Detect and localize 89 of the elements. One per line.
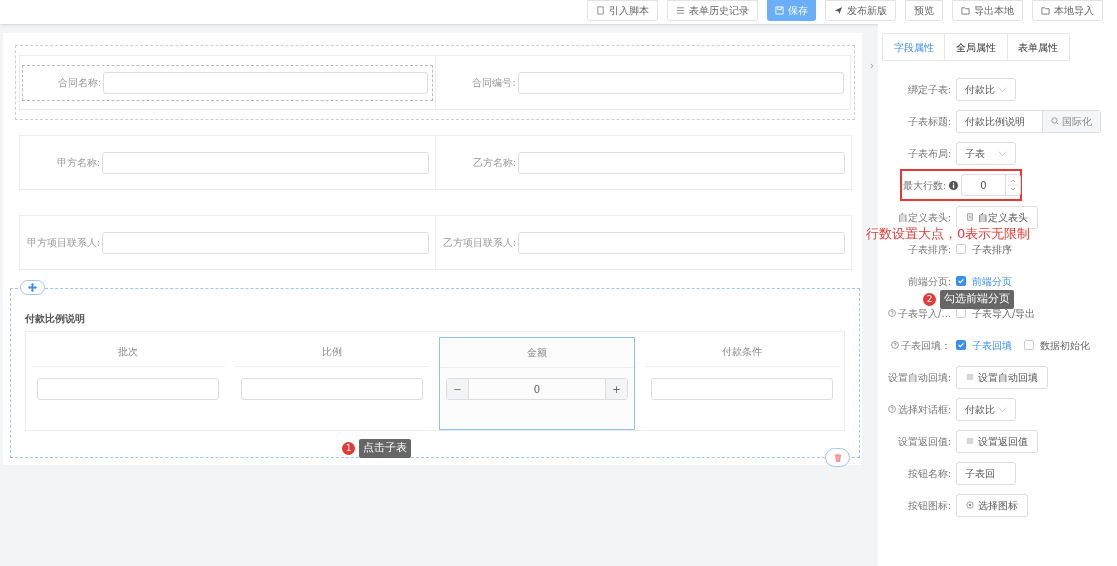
checkbox[interactable]	[956, 276, 966, 286]
select-field[interactable]: 付款比	[956, 77, 1016, 101]
field-label: 合同编号:	[471, 76, 517, 90]
property-label: 子表排序:	[907, 242, 951, 257]
field-label: 乙方项目联系人:	[441, 236, 517, 250]
chevron-down-icon	[998, 84, 1007, 94]
input-value: 0	[979, 178, 988, 193]
step-badge: 2	[923, 293, 936, 306]
column-header: 比例	[322, 345, 342, 359]
help-icon	[888, 309, 897, 317]
chevron-down-icon	[998, 404, 1007, 414]
toolbar-button[interactable]: 本地导入	[1032, 0, 1103, 21]
select-value: 子表	[965, 146, 985, 161]
send-icon	[834, 6, 843, 15]
help-icon	[887, 405, 896, 413]
property-label: 最大行数:	[902, 178, 946, 193]
spinner-icon[interactable]	[1005, 175, 1020, 195]
property-label: 自定义表头:	[897, 210, 951, 225]
property-button[interactable]: 选择图标	[956, 493, 1028, 517]
select-value: 付款比	[965, 402, 995, 417]
number-input[interactable]: − 0 +	[446, 378, 628, 400]
info-icon	[949, 180, 958, 190]
input-field[interactable]	[102, 151, 429, 174]
input-field[interactable]	[518, 151, 845, 174]
checkbox-option[interactable]: 子表排序	[956, 241, 1012, 257]
property-label: 设置自动回填:	[887, 370, 951, 385]
property-button[interactable]: 设置返回值	[956, 429, 1038, 453]
checkbox[interactable]	[956, 244, 966, 254]
input-field[interactable]: 子表回	[956, 461, 1016, 485]
tooltip: 勾选前端分页	[940, 290, 1014, 309]
step-badge: 1	[342, 442, 355, 455]
select-value: 付款比	[965, 82, 995, 97]
input-field[interactable]	[102, 231, 429, 254]
property-label: 子表回填：	[901, 338, 951, 353]
property-label: 子表布局:	[907, 146, 951, 161]
column-header: 批次	[118, 345, 138, 359]
checkbox-option[interactable]: 数据初始化	[1024, 337, 1090, 353]
chevron-down-icon	[998, 148, 1007, 158]
column-header: 付款条件	[722, 345, 762, 359]
checkbox-option[interactable]: 子表回填	[956, 337, 1012, 353]
checkbox-option[interactable]: 前端分页	[956, 273, 1012, 289]
property-label: 设置返回值:	[897, 434, 951, 449]
plus-button[interactable]: +	[605, 379, 627, 399]
property-label: 按钮名称:	[907, 466, 951, 481]
field-label: 乙方名称:	[471, 156, 517, 170]
subtable-title: 付款比例说明	[25, 312, 86, 326]
property-label: 前端分页:	[907, 274, 951, 289]
move-icon	[28, 283, 37, 292]
list-icon	[966, 437, 974, 445]
number-input[interactable]: 0	[961, 174, 1021, 196]
property-label: 选择对话框:	[897, 402, 951, 417]
input-field[interactable]	[651, 378, 833, 400]
document-icon	[966, 213, 974, 221]
list-icon	[966, 373, 974, 381]
property-button[interactable]: 设置自动回填	[956, 365, 1048, 389]
annotation-text: 行数设置大点，0表示无限制	[866, 227, 1031, 240]
property-label: 子表标题:	[907, 114, 951, 129]
toolbar-button[interactable]: 导出本地	[952, 0, 1023, 21]
input-field[interactable]	[518, 231, 845, 254]
help-icon	[891, 341, 899, 349]
input-field[interactable]	[517, 71, 844, 94]
field-label: 甲方项目联系人:	[25, 236, 101, 250]
checkbox[interactable]	[956, 340, 966, 350]
property-label: 绑定子表:	[907, 82, 951, 97]
trash-icon	[833, 453, 842, 462]
delete-button[interactable]	[825, 448, 850, 467]
toolbar-button[interactable]: 引入脚本	[587, 0, 658, 21]
toolbar-button[interactable]: 预览	[905, 0, 943, 21]
tooltip: 点击子表	[359, 439, 411, 458]
input-field[interactable]	[241, 378, 423, 400]
input-field[interactable]	[103, 71, 428, 94]
folder-icon	[961, 6, 970, 15]
target-icon	[966, 501, 974, 509]
select-field[interactable]: 子表	[956, 141, 1016, 165]
input-field[interactable]	[37, 378, 219, 400]
property-label: 按钮图标:	[907, 498, 951, 513]
move-handle[interactable]	[20, 280, 45, 295]
toolbar-button[interactable]: 发布新版	[825, 0, 896, 21]
column-header: 金额	[527, 346, 547, 360]
toolbar-button[interactable]: 表单历史记录	[667, 0, 758, 21]
property-label: 子表导入/...	[898, 306, 951, 321]
select-field[interactable]: 付款比	[956, 397, 1016, 421]
field-label: 甲方名称:	[55, 156, 101, 170]
minus-button[interactable]: −	[447, 379, 469, 399]
checkbox[interactable]	[1024, 340, 1034, 350]
save-icon	[775, 6, 784, 15]
input-value: 0	[532, 382, 542, 397]
folder-icon	[1041, 6, 1050, 15]
field-label: 合同名称:	[56, 76, 102, 90]
